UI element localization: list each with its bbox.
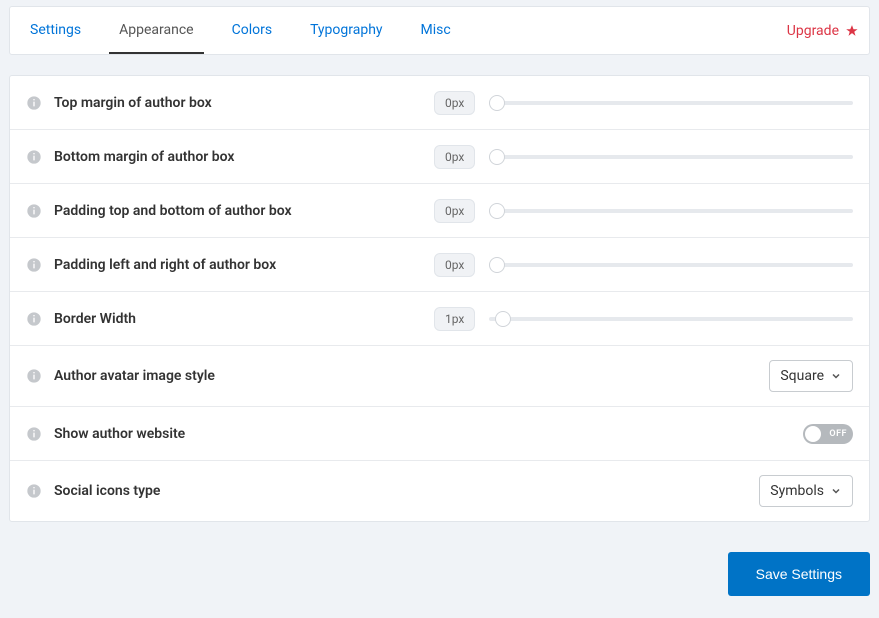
upgrade-label: Upgrade <box>787 23 839 39</box>
select-social-icons[interactable]: Symbols <box>759 475 853 507</box>
label-padding-tb: Padding top and bottom of author box <box>54 203 434 219</box>
chevron-down-icon <box>830 485 842 497</box>
slider-padding-tb[interactable] <box>489 209 853 213</box>
value-padding-lr: 0px <box>434 253 475 277</box>
star-icon <box>845 24 859 38</box>
value-border-width: 1px <box>434 307 475 331</box>
slider-top-margin[interactable] <box>489 101 853 105</box>
chevron-down-icon <box>830 370 842 382</box>
row-border-width: Border Width 1px <box>10 292 869 346</box>
row-padding-lr: Padding left and right of author box 0px <box>10 238 869 292</box>
settings-panel: Top margin of author box 0px Bottom marg… <box>9 75 870 522</box>
tabs-bar: Settings Appearance Colors Typography Mi… <box>9 6 870 55</box>
row-show-website: Show author website OFF <box>10 407 869 461</box>
info-icon[interactable] <box>26 426 42 442</box>
info-icon[interactable] <box>26 368 42 384</box>
label-social-icons: Social icons type <box>54 483 434 499</box>
row-avatar-style: Author avatar image style Square <box>10 346 869 407</box>
slider-thumb[interactable] <box>489 95 505 111</box>
select-avatar-style[interactable]: Square <box>769 360 853 392</box>
upgrade-link[interactable]: Upgrade <box>787 23 859 39</box>
slider-padding-lr[interactable] <box>489 263 853 267</box>
footer: Save Settings <box>0 522 879 596</box>
slider-thumb[interactable] <box>489 203 505 219</box>
tab-appearance[interactable]: Appearance <box>109 7 203 54</box>
select-value: Symbols <box>770 483 824 499</box>
tab-settings[interactable]: Settings <box>20 7 91 54</box>
toggle-state-label: OFF <box>829 429 847 439</box>
select-value: Square <box>780 368 824 384</box>
label-border-width: Border Width <box>54 311 434 327</box>
info-icon[interactable] <box>26 203 42 219</box>
save-button[interactable]: Save Settings <box>728 552 870 596</box>
label-top-margin: Top margin of author box <box>54 95 434 111</box>
slider-thumb[interactable] <box>489 257 505 273</box>
label-padding-lr: Padding left and right of author box <box>54 257 434 273</box>
tab-colors[interactable]: Colors <box>222 7 282 54</box>
info-icon[interactable] <box>26 149 42 165</box>
info-icon[interactable] <box>26 257 42 273</box>
label-bottom-margin: Bottom margin of author box <box>54 149 434 165</box>
row-bottom-margin: Bottom margin of author box 0px <box>10 130 869 184</box>
info-icon[interactable] <box>26 311 42 327</box>
row-social-icons: Social icons type Symbols <box>10 461 869 521</box>
info-icon[interactable] <box>26 95 42 111</box>
value-top-margin: 0px <box>434 91 475 115</box>
label-avatar-style: Author avatar image style <box>54 368 434 384</box>
slider-thumb[interactable] <box>495 311 511 327</box>
label-show-website: Show author website <box>54 426 434 442</box>
tab-typography[interactable]: Typography <box>300 7 392 54</box>
tab-misc[interactable]: Misc <box>411 7 461 54</box>
row-padding-tb: Padding top and bottom of author box 0px <box>10 184 869 238</box>
slider-border-width[interactable] <box>489 317 853 321</box>
value-padding-tb: 0px <box>434 199 475 223</box>
toggle-thumb <box>805 426 821 442</box>
value-bottom-margin: 0px <box>434 145 475 169</box>
slider-bottom-margin[interactable] <box>489 155 853 159</box>
info-icon[interactable] <box>26 483 42 499</box>
toggle-show-website[interactable]: OFF <box>803 424 853 444</box>
slider-thumb[interactable] <box>489 149 505 165</box>
row-top-margin: Top margin of author box 0px <box>10 76 869 130</box>
